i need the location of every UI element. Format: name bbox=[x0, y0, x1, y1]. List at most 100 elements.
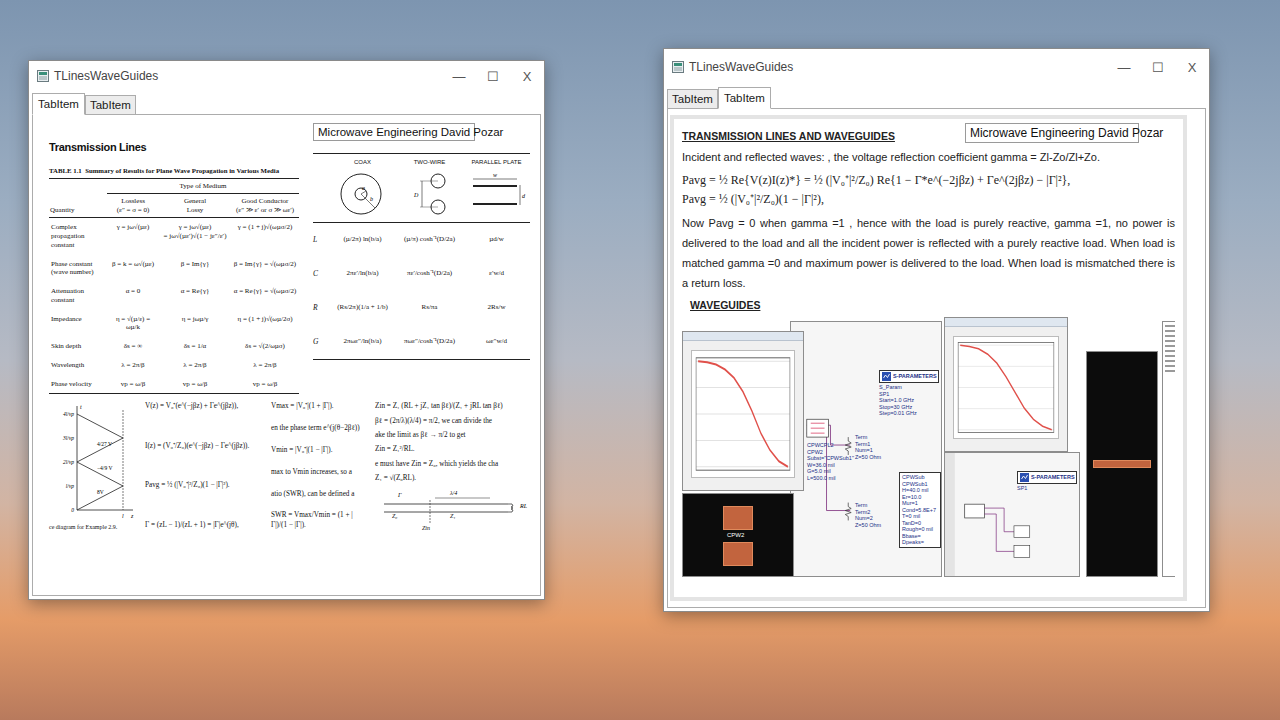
line-parameter-column: Microwave Engineering David PozarCOAXabT… bbox=[313, 123, 530, 394]
table-cell: β = k = ω√(µε) bbox=[107, 255, 159, 283]
s-parameters-block[interactable]: S-PARAMETERS bbox=[1017, 471, 1077, 484]
svg-text:l/vp: l/vp bbox=[66, 483, 74, 489]
parameter-formula: πωε″/cosh⁻¹(D/2a) bbox=[396, 325, 463, 359]
svg-text:4/27 V: 4/27 V bbox=[97, 441, 112, 447]
message-line bbox=[1165, 355, 1175, 357]
title-bar[interactable]: TLinesWaveGuides—☐X bbox=[664, 49, 1209, 85]
document-top: Transmission LinesTABLE 1.1 Summary of R… bbox=[49, 123, 530, 394]
equation: V(z) = V₀⁺(e^(−jβz) + Γe^(jβz)), bbox=[145, 402, 267, 411]
cpw-parameter: L=500.0 mil bbox=[807, 475, 853, 482]
parameter-symbol: C bbox=[313, 257, 329, 291]
term-node[interactable]: TermTerm1Num=1Z=50 Ohm bbox=[855, 434, 895, 460]
app-icon bbox=[672, 61, 684, 73]
left-app-window[interactable]: TLinesWaveGuides—☐XTabItemTabItemTransmi… bbox=[28, 60, 545, 600]
table-rule bbox=[313, 222, 530, 223]
parameter-formula: ωε″w/d bbox=[463, 325, 530, 359]
table-cell: vp = ω/β bbox=[107, 375, 159, 394]
layout-window: CPW2 bbox=[682, 493, 794, 577]
term-parameter: Num=1 bbox=[855, 447, 895, 454]
message-line bbox=[1165, 370, 1175, 372]
svg-text:D: D bbox=[413, 192, 419, 198]
book-field[interactable]: Microwave Engineering David Pozar bbox=[965, 123, 1139, 143]
quarter-wave-transformer-diagram: Γλ/4Z₀Z₁RLZin bbox=[380, 488, 530, 532]
table-rule bbox=[49, 393, 299, 394]
tab-panel: TRANSMISSION LINES AND WAVEGUIDESMicrowa… bbox=[667, 108, 1206, 608]
chart-area bbox=[953, 336, 1059, 439]
window-control-button[interactable]: ☐ bbox=[1141, 49, 1175, 85]
substrate-parameter: H=40.0 mil bbox=[902, 487, 938, 494]
line-type-header: TWO-WIRED bbox=[396, 154, 463, 222]
term-parameter: Term1 bbox=[855, 441, 895, 448]
svg-text:Z₁: Z₁ bbox=[450, 513, 455, 519]
equation: Zin = Z₁ (RL + jZ₁ tan βℓ)/(Z₁ + jRL tan… bbox=[375, 402, 530, 411]
title-bar[interactable]: TLinesWaveGuides—☐X bbox=[29, 61, 544, 91]
parameter-formula: πε′/cosh⁻¹(D/2a) bbox=[396, 257, 463, 291]
equation-column: V(z) = V₀⁺(e^(−jβz) + Γe^(jβz)),I(z) = (… bbox=[145, 402, 267, 530]
s-parameters-node[interactable]: S-PARAMETERSSP1 bbox=[1017, 471, 1077, 492]
equation: max to Vmin increases, so a bbox=[271, 468, 367, 477]
equations: V(z) = V₀⁺(e^(−jβz) + Γe^(jβz)),I(z) = (… bbox=[145, 402, 367, 530]
substrate-parameter: Dpeaks= bbox=[902, 539, 938, 546]
formula: Pavg = ½ Re{V(z)I(z)*} = ½ (|V₀⁺|²/Z₀) R… bbox=[682, 171, 1070, 188]
equation: Pavg = ½ (|V₀⁺|²/Z₀)(1 − |Γ|²). bbox=[145, 481, 267, 490]
svg-text:2l/vp: 2l/vp bbox=[63, 459, 74, 465]
line-chart bbox=[692, 351, 794, 477]
table-cell: γ = jω√(µε) = jω√(µε′)√(1 − jε″/ε′) bbox=[159, 218, 231, 254]
right-app-window[interactable]: TLinesWaveGuides—☐XTabItemTabItemTRANSMI… bbox=[663, 48, 1210, 612]
s-parameters-block[interactable]: S-PARAMETERS bbox=[879, 370, 939, 383]
table-cell: vp = ω/β bbox=[159, 375, 231, 394]
tab[interactable]: TabItem bbox=[85, 95, 136, 115]
bounce-diagram: t4l/vp3l/vp2l/vpl/vp08V−4/9 V4/27 Vlz bbox=[49, 402, 137, 524]
substrate-parameter: Rough=0 mil bbox=[902, 526, 938, 533]
layout-label: CPW2 bbox=[727, 532, 744, 538]
cpw-node[interactable]: CPWCPL2CPW2Subst="CPWSub1"W=36.0 milG=5.… bbox=[807, 442, 853, 481]
tab[interactable]: TabItem bbox=[32, 93, 85, 115]
heading-row: TRANSMISSION LINES AND WAVEGUIDESMicrowa… bbox=[682, 123, 1175, 143]
block-parameter: Stop=30 GHz bbox=[879, 404, 939, 411]
block-parameter: SP1 bbox=[1017, 485, 1077, 492]
input-impedance-section: Zin = Z₁ (RL + jZ₁ tan βℓ)/(Z₁ + jRL tan… bbox=[375, 402, 530, 532]
line-type-header: PARALLEL PLATEwd bbox=[463, 154, 530, 222]
parameter-formula: 2Rs/w bbox=[463, 291, 530, 325]
row-label: Impedance bbox=[49, 310, 107, 338]
layout-window bbox=[1086, 351, 1158, 577]
term-node[interactable]: TermTerm2Num=2Z=50 Ohm bbox=[855, 502, 895, 528]
window-controls: —☐X bbox=[442, 61, 544, 91]
equation: Z₁ = √(Z₀RL). bbox=[375, 474, 530, 483]
formula: Pavg = ½ (|V₀⁺|²/Z₀)(1 − |Γ|²), bbox=[682, 190, 824, 207]
parameter-formula: ε′w/d bbox=[463, 257, 530, 291]
window-control-button[interactable]: — bbox=[1107, 49, 1141, 85]
tab[interactable]: TabItem bbox=[718, 87, 771, 109]
row-label: Skin depth bbox=[49, 337, 107, 356]
window-control-button[interactable]: ☐ bbox=[476, 61, 510, 91]
message-panel bbox=[1162, 321, 1175, 577]
coax-icon: ab bbox=[333, 170, 393, 218]
table-cell: η = (1 + j)√(ωµ/2σ) bbox=[231, 310, 299, 338]
svg-text:4l/vp: 4l/vp bbox=[63, 411, 74, 417]
term-parameter: Z=50 Ohm bbox=[855, 454, 895, 461]
table-cell: λ = 2π/β bbox=[107, 356, 159, 375]
equation: e must have Zin = Z₀, which yields the c… bbox=[375, 460, 530, 469]
window-control-button[interactable]: X bbox=[510, 61, 544, 91]
table-cell: vp = ω/β bbox=[231, 375, 299, 394]
table-rule bbox=[49, 217, 299, 218]
window-control-button[interactable]: X bbox=[1175, 49, 1209, 85]
substrate-box: CPWSubCPWSub1H=40.0 milEr=10.0Mur=1Cond=… bbox=[899, 472, 941, 548]
schematic-window: S-PARAMETERSS_ParamSP1Start=1.0 GHzStop=… bbox=[790, 321, 942, 577]
row-label: Attenuation constant bbox=[49, 282, 107, 310]
parameter-formula: 2πωε″/ln(b/a) bbox=[329, 325, 396, 359]
section-heading: WAVEGUIDES bbox=[682, 299, 1175, 311]
s-parameters-node[interactable]: S-PARAMETERSS_ParamSP1Start=1.0 GHzStop=… bbox=[879, 370, 939, 417]
parameter-symbol: L bbox=[313, 223, 329, 257]
cpw-parameter: CPWCPL2 bbox=[807, 442, 853, 449]
row-label: Phase constant (wave number) bbox=[49, 255, 107, 283]
substrate-parameter: Mur=1 bbox=[902, 500, 938, 507]
svg-text:0: 0 bbox=[71, 507, 74, 513]
table-cell: λ = 2π/β bbox=[159, 356, 231, 375]
chart-series-line bbox=[960, 345, 1052, 430]
substrate-node[interactable]: CPWSubCPWSub1H=40.0 milEr=10.0Mur=1Cond=… bbox=[899, 472, 941, 548]
window-control-button[interactable]: — bbox=[442, 61, 476, 91]
tab[interactable]: TabItem bbox=[667, 89, 718, 109]
book-field[interactable]: Microwave Engineering David Pozar bbox=[313, 123, 475, 141]
row-label: Wavelength bbox=[49, 356, 107, 375]
